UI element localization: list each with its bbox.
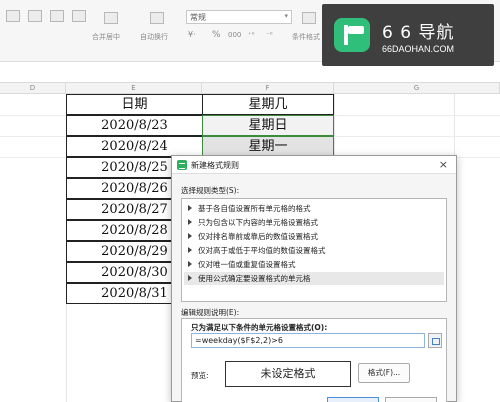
- column-header-g[interactable]: G: [334, 82, 500, 94]
- chevron-down-icon: ▾: [284, 12, 288, 20]
- bullet-arrow-icon: [188, 247, 192, 253]
- close-icon[interactable]: ×: [439, 158, 448, 171]
- preview-box: 未设定格式: [225, 361, 351, 387]
- cell-weekday[interactable]: 星期日: [202, 115, 334, 136]
- site-logo: 6 6 导航 66DAOHAN.COM: [322, 4, 494, 66]
- rule-type-item[interactable]: 基于各自值设置所有单元格的格式: [184, 202, 444, 215]
- percent-button[interactable]: %: [212, 30, 221, 40]
- rule-type-item[interactable]: 只为包含以下内容的单元格设置格式: [184, 216, 444, 229]
- bullet-arrow-icon: [188, 233, 192, 239]
- formula-input[interactable]: =weekday($F$2,2)>6: [191, 333, 425, 348]
- spreadsheet-app-icon: [177, 160, 187, 170]
- bullet-arrow-icon: [188, 219, 192, 225]
- merge-center-icon[interactable]: [104, 12, 118, 24]
- align-right-icon[interactable]: [72, 10, 86, 22]
- format-button[interactable]: 格式(F)...: [358, 363, 410, 383]
- conditional-format-icon[interactable]: [302, 12, 316, 24]
- decimal-decrease-icon[interactable]: ⁻⁰: [266, 31, 273, 39]
- align-left-icon[interactable]: [28, 10, 42, 22]
- wrap-text-button[interactable]: 自动换行: [140, 32, 168, 42]
- cell-reference-icon[interactable]: [428, 333, 442, 348]
- rule-type-item[interactable]: 仅对排名靠前或靠后的数值设置格式: [184, 230, 444, 243]
- new-format-rule-dialog: 新建格式规则 × 选择规则类型(S): 基于各自值设置所有单元格的格式 只为包含…: [171, 155, 457, 402]
- column-header-e[interactable]: E: [66, 82, 202, 94]
- cell-header-weekday[interactable]: 星期几: [202, 94, 334, 115]
- logo-title: 6 6 导航: [382, 23, 455, 43]
- merge-center-button[interactable]: 合并居中: [92, 32, 120, 42]
- rule-type-item-selected[interactable]: 使用公式确定要设置格式的单元格: [184, 272, 444, 285]
- ok-button[interactable]: [327, 397, 379, 402]
- currency-icon[interactable]: ¥·: [188, 30, 196, 39]
- wrap-text-icon[interactable]: [150, 12, 164, 24]
- signpost-icon: [334, 18, 370, 52]
- bullet-arrow-icon: [188, 275, 192, 281]
- bullet-arrow-icon: [188, 205, 192, 211]
- logo-subtitle: 66DAOHAN.COM: [382, 44, 455, 54]
- cell-weekday[interactable]: 星期一: [202, 136, 334, 157]
- conditional-format-button[interactable]: 条件格式: [292, 32, 320, 42]
- formula-heading: 只为满足以下条件的单元格设置格式(O):: [191, 323, 328, 332]
- edit-rule-label: 编辑规则说明(E):: [181, 308, 240, 317]
- cell-date[interactable]: 2020/8/23: [66, 115, 203, 136]
- number-format-value: 常规: [190, 13, 206, 22]
- dialog-titlebar[interactable]: 新建格式规则 ×: [172, 156, 456, 174]
- format-painter-icon[interactable]: [6, 10, 20, 22]
- column-header-f[interactable]: F: [202, 82, 334, 94]
- preview-label: 预览:: [191, 371, 209, 380]
- rule-type-item[interactable]: 仅对高于或低于平均值的数值设置格式: [184, 244, 444, 257]
- rule-type-list[interactable]: 基于各自值设置所有单元格的格式 只为包含以下内容的单元格设置格式 仅对排名靠前或…: [181, 198, 447, 302]
- decimal-increase-icon[interactable]: ⁺⁰: [248, 31, 255, 39]
- bullet-arrow-icon: [188, 261, 192, 267]
- cell-header-date[interactable]: 日期: [66, 94, 203, 115]
- number-format-select[interactable]: 常规 ▾: [186, 10, 292, 24]
- dialog-title: 新建格式规则: [191, 161, 239, 170]
- rule-type-item[interactable]: 仅对唯一值或重复值设置格式: [184, 258, 444, 271]
- column-header-d[interactable]: D: [0, 82, 66, 94]
- cancel-button[interactable]: [385, 397, 437, 402]
- cell-date[interactable]: 2020/8/24: [66, 136, 203, 157]
- align-center-icon[interactable]: [50, 10, 64, 22]
- select-rule-type-label: 选择规则类型(S):: [181, 186, 240, 195]
- thousands-button[interactable]: 000: [228, 31, 241, 39]
